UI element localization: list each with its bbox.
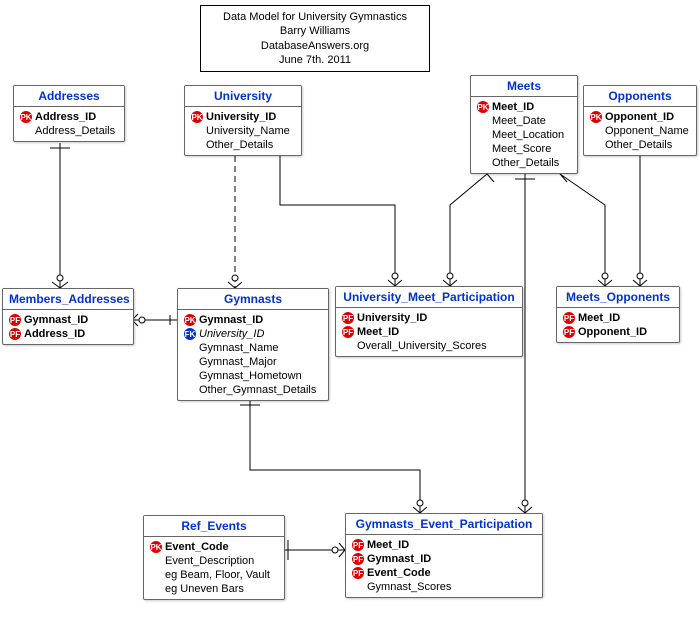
key-pk-icon: PK <box>191 111 203 123</box>
entity-body: PKAddress_ID Address_Details <box>14 107 124 141</box>
entity-header: University_Meet_Participation <box>336 287 522 308</box>
entity-header: University <box>185 86 301 107</box>
key-pf-icon: PF <box>352 553 364 565</box>
entity-addresses: Addresses PKAddress_ID Address_Details <box>13 85 125 142</box>
entity-header: Gymnasts <box>178 289 328 310</box>
key-pk-icon: PK <box>477 101 489 113</box>
entity-gymnasts-event-participation: Gymnasts_Event_Participation PFMeet_ID P… <box>345 513 543 598</box>
entity-meets-opponents: Meets_Opponents PFMeet_ID PFOpponent_ID <box>556 286 680 343</box>
entity-header: Opponents <box>584 86 696 107</box>
key-pk-icon: PK <box>184 314 196 326</box>
entity-header: Meets <box>471 76 577 97</box>
key-pf-icon: PF <box>563 326 575 338</box>
entity-header: Gymnasts_Event_Participation <box>346 514 542 535</box>
title-line-3: DatabaseAnswers.org <box>217 39 413 53</box>
title-line-2: Barry Williams <box>217 24 413 38</box>
key-pk-icon: PK <box>590 111 602 123</box>
entity-ref-events: Ref_Events PKEvent_Code Event_Descriptio… <box>143 515 285 600</box>
entity-header: Members_Addresses <box>3 289 133 310</box>
entity-meets: Meets PKMeet_ID Meet_Date Meet_Location … <box>470 75 578 174</box>
entity-university-meet-participation: University_Meet_Participation PFUniversi… <box>335 286 523 357</box>
entity-members-addresses: Members_Addresses PFGymnast_ID PFAddress… <box>2 288 134 345</box>
entity-header: Addresses <box>14 86 124 107</box>
entity-gymnasts: Gymnasts PKGymnast_ID FKUniversity_ID Gy… <box>177 288 329 401</box>
key-pf-icon: PF <box>342 326 354 338</box>
entity-header: Meets_Opponents <box>557 287 679 308</box>
key-fk-icon: FK <box>184 328 196 340</box>
title-line-4: June 7th. 2011 <box>217 53 413 67</box>
key-pf-icon: PF <box>352 539 364 551</box>
key-pf-icon: PF <box>563 312 575 324</box>
key-pf-icon: PF <box>9 314 21 326</box>
key-pf-icon: PF <box>352 567 364 579</box>
key-pf-icon: PF <box>342 312 354 324</box>
entity-header: Ref_Events <box>144 516 284 537</box>
key-pf-icon: PF <box>9 328 21 340</box>
key-pk-icon: PK <box>20 111 32 123</box>
entity-opponents: Opponents PKOpponent_ID Opponent_Name Ot… <box>583 85 697 156</box>
entity-university: University PKUniversity_ID University_Na… <box>184 85 302 156</box>
title-line-1: Data Model for University Gymnastics <box>217 10 413 24</box>
key-pk-icon: PK <box>150 541 162 553</box>
diagram-title-box: Data Model for University Gymnastics Bar… <box>200 5 430 72</box>
